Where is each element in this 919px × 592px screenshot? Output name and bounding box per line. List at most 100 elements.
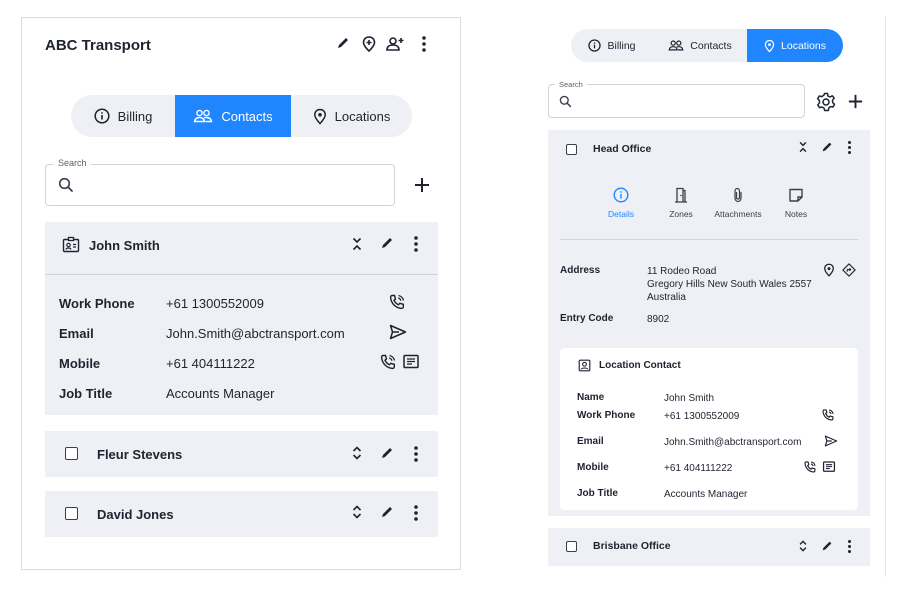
mobile-value: +61 404111222	[664, 463, 733, 474]
field-label: Work Phone	[577, 410, 636, 421]
search-field[interactable]: Search	[548, 80, 805, 118]
more-options-icon[interactable]	[413, 235, 419, 253]
contact-card[interactable]: Fleur Stevens	[45, 431, 438, 477]
contact-name: John Smith	[89, 238, 160, 253]
tab-label: Contacts	[690, 39, 732, 52]
edit-icon[interactable]	[379, 235, 395, 251]
tab-label: Contacts	[221, 108, 273, 124]
location-name: Head Office	[593, 143, 652, 155]
phone-call-icon[interactable]	[803, 460, 817, 474]
contact-name: David Jones	[97, 507, 174, 522]
address-value: 11 Rodeo Road Gregory Hills New South Wa…	[647, 265, 827, 304]
select-checkbox[interactable]	[65, 507, 78, 520]
expand-icon[interactable]	[351, 504, 363, 520]
field-label: Mobile	[59, 356, 101, 371]
section-tabs: Billing Contacts Locations	[71, 95, 412, 137]
map-pin-icon	[313, 108, 327, 125]
more-options-icon[interactable]	[847, 140, 852, 155]
more-options-icon[interactable]	[413, 445, 419, 463]
job-title-value: Accounts Manager	[166, 386, 275, 401]
expand-icon[interactable]	[798, 539, 808, 553]
app-title: ABC Transport	[45, 37, 151, 54]
contact-card-expanded[interactable]: John Smith Work Phone +61 1300552009 Ema…	[45, 222, 438, 415]
field-label: Name	[577, 392, 605, 403]
location-contact-card: Location Contact Name John Smith Work Ph…	[560, 348, 858, 510]
edit-icon[interactable]	[379, 445, 395, 461]
search-input[interactable]	[577, 85, 796, 117]
subtab-zones[interactable]: Zones	[651, 187, 711, 219]
field-label: Work Phone	[59, 296, 135, 311]
tab-locations[interactable]: Locations	[291, 95, 412, 137]
contact-name: Fleur Stevens	[97, 447, 183, 462]
location-card[interactable]: Brisbane Office	[548, 528, 870, 566]
paperclip-icon	[732, 187, 744, 203]
contact-card-icon	[578, 359, 591, 372]
job-title-value: Accounts Manager	[664, 489, 748, 500]
expand-icon[interactable]	[351, 445, 363, 461]
tab-billing[interactable]: Billing	[71, 95, 175, 137]
tab-label: Locations	[334, 108, 391, 124]
phone-call-icon[interactable]	[821, 408, 835, 422]
tab-billing[interactable]: Billing	[571, 29, 653, 62]
add-location-icon[interactable]	[360, 35, 378, 53]
card-divider	[45, 274, 438, 275]
add-contact-icon[interactable]	[413, 176, 431, 194]
entry-code-label: Entry Code	[560, 313, 614, 324]
info-icon	[588, 39, 602, 52]
search-icon	[559, 95, 572, 108]
directions-icon[interactable]	[842, 263, 856, 277]
more-options-icon[interactable]	[421, 35, 427, 53]
subtab-notes[interactable]: Notes	[766, 187, 826, 219]
work-phone-value: +61 1300552009	[664, 411, 740, 422]
select-checkbox[interactable]	[65, 447, 78, 460]
subtab-label: Notes	[784, 209, 808, 219]
select-checkbox[interactable]	[566, 541, 577, 552]
contacts-panel: ABC Transport Billing Contacts Locations…	[21, 17, 461, 570]
tab-label: Billing	[607, 39, 636, 52]
edit-icon[interactable]	[820, 539, 834, 553]
add-location-icon[interactable]	[847, 93, 864, 110]
location-name: Brisbane Office	[593, 540, 671, 552]
select-checkbox[interactable]	[566, 144, 577, 155]
work-phone-value: +61 1300552009	[166, 296, 264, 311]
edit-icon[interactable]	[335, 35, 351, 51]
more-options-icon[interactable]	[847, 539, 852, 554]
message-icon[interactable]	[402, 353, 420, 371]
tab-label: Billing	[117, 108, 153, 124]
locations-panel: Billing Contacts Locations Search Head O…	[535, 17, 886, 577]
search-field[interactable]: Search	[45, 158, 395, 206]
subtab-label: Zones	[669, 209, 693, 219]
edit-icon[interactable]	[379, 504, 395, 520]
send-icon[interactable]	[824, 435, 838, 447]
subtab-attachments[interactable]: Attachments	[708, 187, 768, 219]
people-icon	[193, 108, 213, 124]
phone-call-icon[interactable]	[379, 353, 397, 371]
collapse-icon[interactable]	[798, 140, 808, 154]
field-label: Email	[59, 326, 94, 341]
tab-label: Locations	[781, 39, 826, 52]
add-user-icon[interactable]	[385, 35, 405, 53]
collapse-icon[interactable]	[351, 236, 363, 252]
address-line: 11 Rodeo Road	[647, 266, 717, 277]
search-input[interactable]	[80, 165, 386, 205]
map-pin-icon[interactable]	[823, 263, 835, 277]
phone-call-icon[interactable]	[388, 293, 406, 311]
edit-icon[interactable]	[820, 140, 834, 154]
address-line: Australia	[647, 292, 686, 303]
subtab-label: Attachments	[714, 209, 762, 219]
tab-locations[interactable]: Locations	[747, 29, 843, 62]
message-icon[interactable]	[822, 460, 836, 474]
subtab-label: Details	[608, 209, 634, 219]
subtab-details[interactable]: Details	[591, 187, 651, 219]
contact-card[interactable]: David Jones	[45, 491, 438, 537]
address-label: Address	[560, 265, 601, 276]
settings-icon[interactable]	[816, 92, 836, 112]
send-icon[interactable]	[389, 324, 407, 340]
tab-contacts[interactable]: Contacts	[653, 29, 747, 62]
location-contact-title: Location Contact	[599, 360, 681, 371]
map-pin-icon	[764, 39, 775, 53]
location-card-expanded[interactable]: Head Office Details Zones Attachments No…	[548, 130, 870, 516]
more-options-icon[interactable]	[413, 504, 419, 522]
contact-card-icon	[62, 236, 80, 254]
tab-contacts[interactable]: Contacts	[175, 95, 291, 137]
